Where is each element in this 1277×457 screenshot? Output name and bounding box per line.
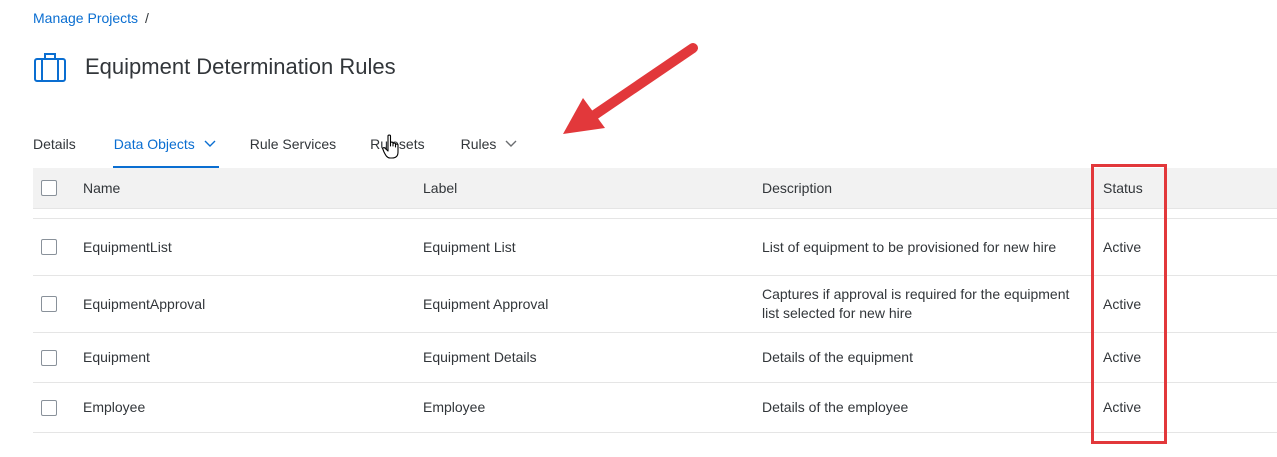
tab-data-objects[interactable]: Data Objects xyxy=(112,124,219,169)
row-description: List of equipment to be provisioned for … xyxy=(762,238,1057,255)
status-column-highlight xyxy=(1091,164,1167,444)
breadcrumb-separator: / xyxy=(144,10,149,26)
column-header-description[interactable]: Description xyxy=(762,179,1072,198)
tab-details-label: Details xyxy=(33,136,76,152)
page-header: Equipment Determination Rules xyxy=(33,50,396,84)
hand-cursor-icon xyxy=(382,134,399,159)
row-checkbox[interactable] xyxy=(41,400,57,416)
column-header-label[interactable]: Label xyxy=(423,179,457,198)
chevron-down-icon xyxy=(204,140,216,147)
row-description: Captures if approval is required for the… xyxy=(762,286,1070,321)
tab-details[interactable]: Details xyxy=(33,124,76,168)
row-label: Equipment Details xyxy=(423,349,537,365)
briefcase-icon xyxy=(34,53,66,82)
row-name: Equipment xyxy=(83,349,150,365)
row-description: Details of the employee xyxy=(762,399,909,415)
tab-rule-services-label: Rule Services xyxy=(249,136,337,152)
page-title: Equipment Determination Rules xyxy=(85,54,396,79)
column-header-name[interactable]: Name xyxy=(83,179,120,198)
breadcrumb: Manage Projects / xyxy=(33,10,149,26)
row-label: Employee xyxy=(423,399,486,415)
row-checkbox[interactable] xyxy=(41,296,57,312)
row-checkbox[interactable] xyxy=(41,350,57,366)
row-checkbox[interactable] xyxy=(41,239,57,255)
row-name: EquipmentApproval xyxy=(83,295,206,312)
tab-rules[interactable]: Rules xyxy=(461,124,519,168)
breadcrumb-link-manage-projects[interactable]: Manage Projects xyxy=(33,10,138,26)
row-description: Details of the equipment xyxy=(762,349,913,365)
row-label: Equipment Approval xyxy=(423,295,549,312)
row-label: Equipment List xyxy=(423,238,516,255)
row-name: EquipmentList xyxy=(83,238,172,255)
tab-bar: Details Data Objects Rule Services Rules… xyxy=(33,124,519,169)
row-name: Employee xyxy=(83,399,146,415)
tab-rules-label: Rules xyxy=(460,136,497,152)
red-arrow-icon xyxy=(563,43,698,134)
chevron-down-icon xyxy=(505,140,517,147)
tab-data-objects-label: Data Objects xyxy=(113,136,195,152)
tab-rule-services[interactable]: Rule Services xyxy=(250,124,336,168)
select-all-checkbox[interactable] xyxy=(41,180,57,196)
